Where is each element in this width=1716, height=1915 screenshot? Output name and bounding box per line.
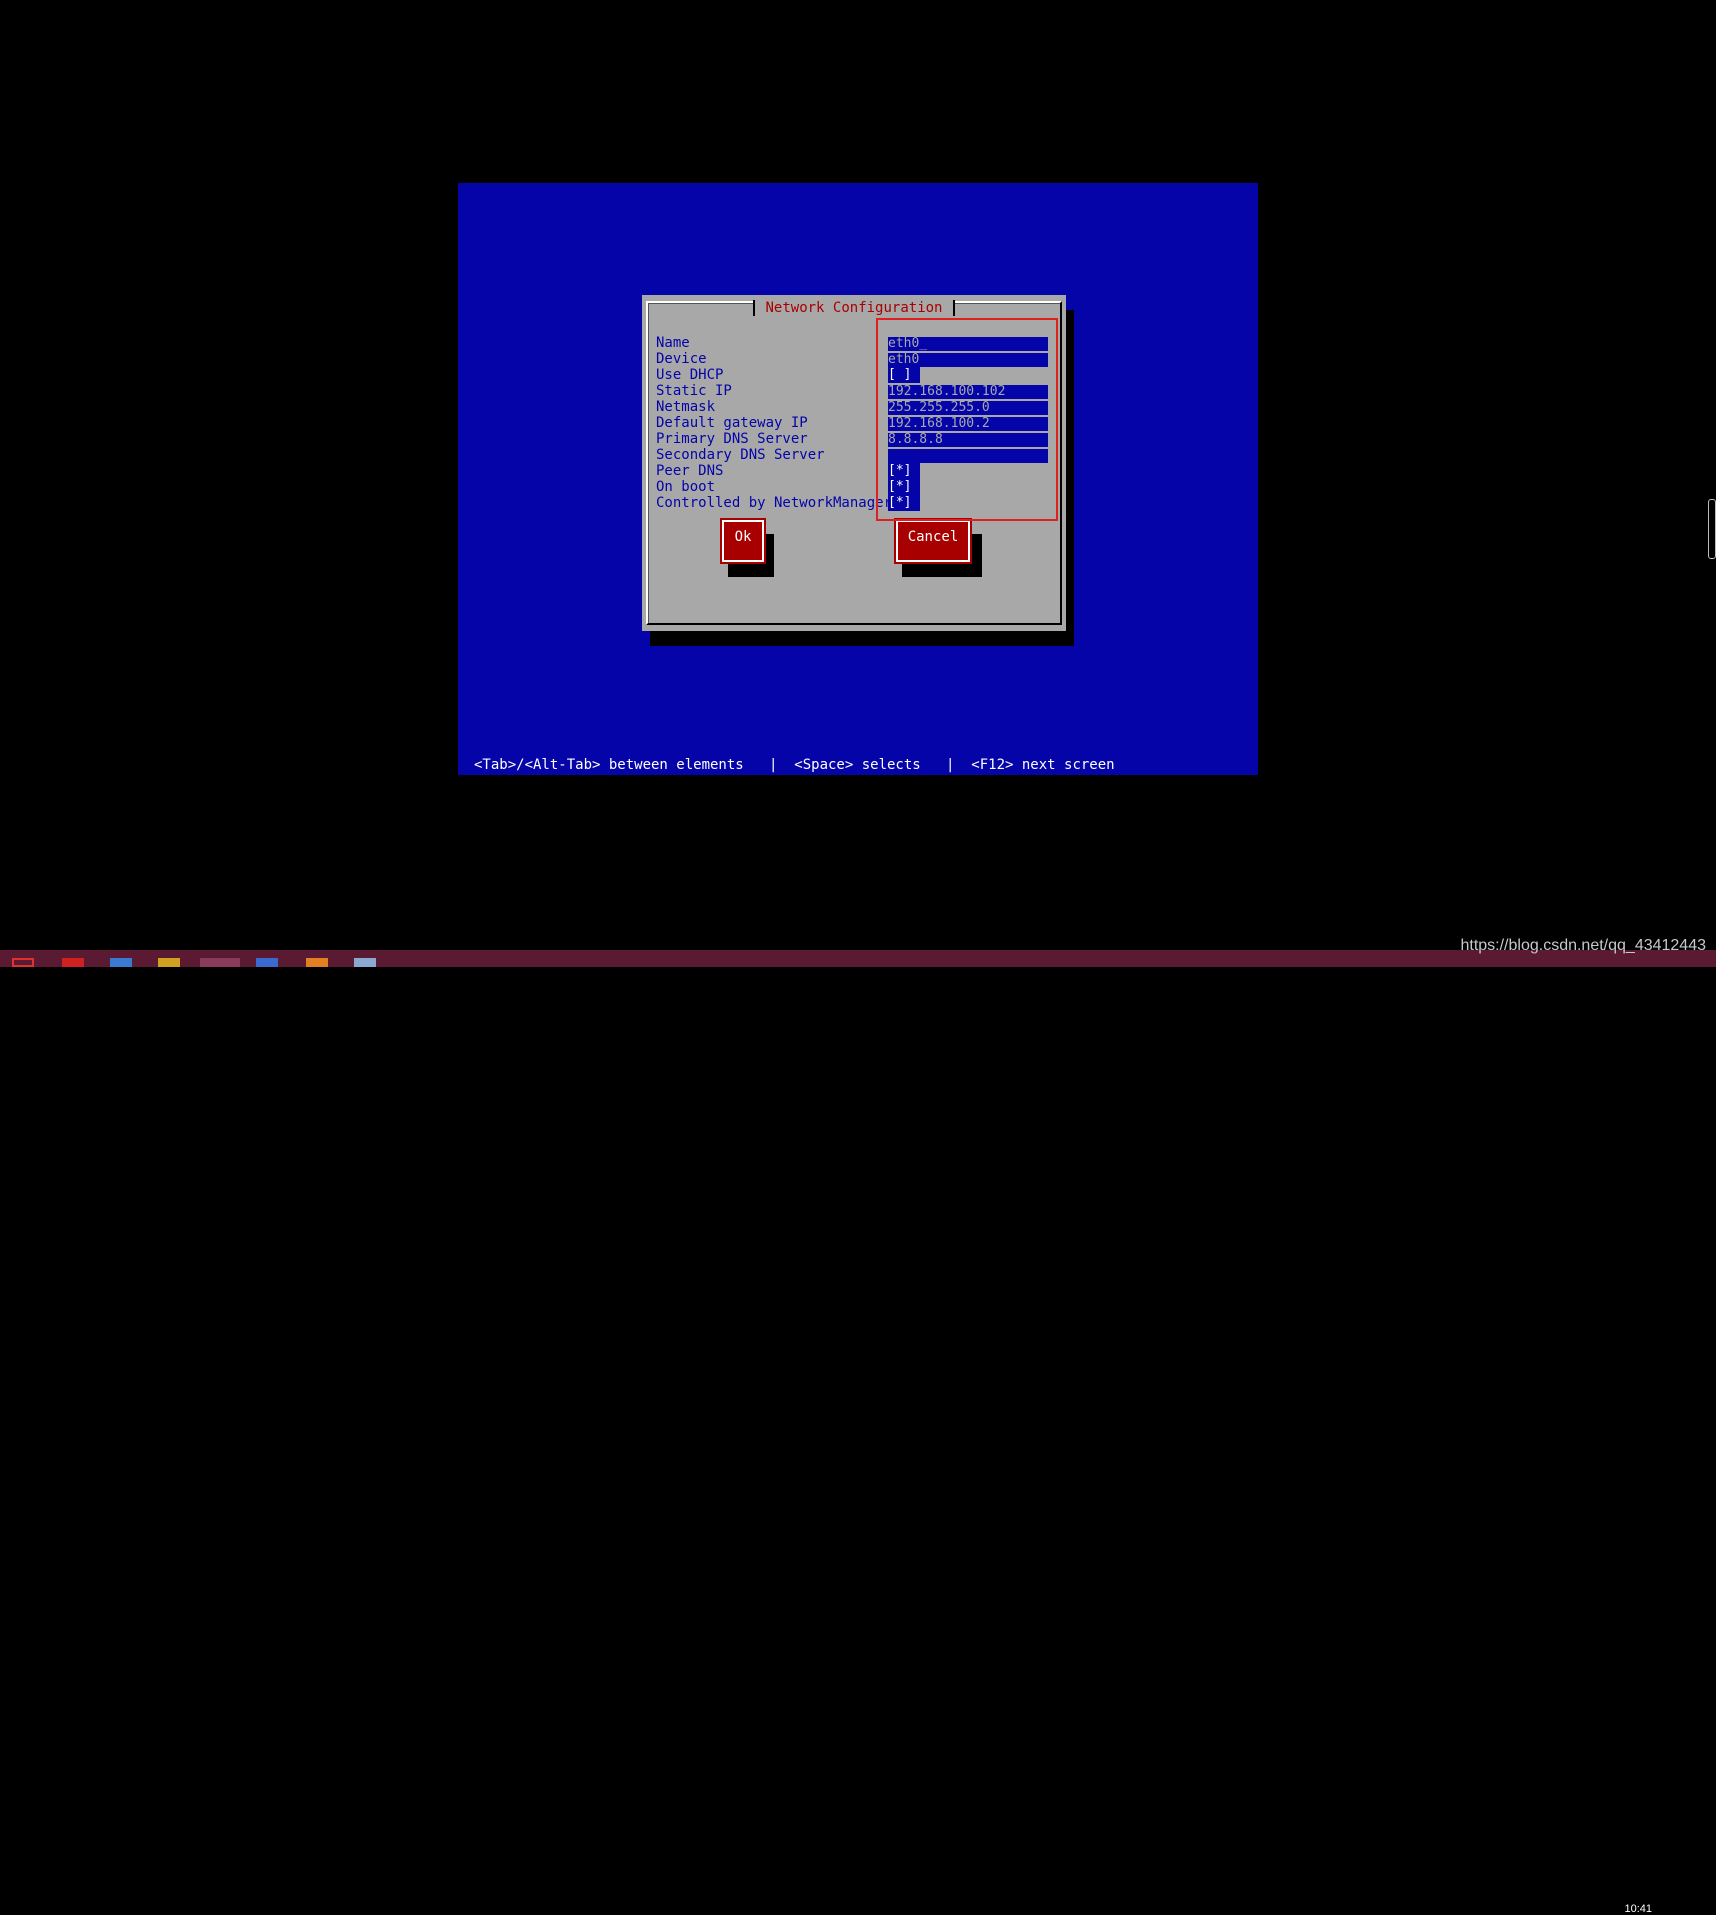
app-icon-7[interactable] [354,958,376,967]
label-static-ip: Static IP [656,383,732,399]
ok-button[interactable]: Ok [720,518,766,564]
label-name: Name [656,335,690,351]
terminal-screen: Network Configuration Name Device Use DH… [458,183,1258,775]
start-icon[interactable] [12,958,34,967]
label-secondary-dns: Secondary DNS Server [656,447,825,463]
label-on-boot: On boot [656,479,716,495]
clock: 10:41 [1624,1903,1652,1915]
label-primary-dns: Primary DNS Server [656,431,808,447]
dialog-title-wrap: Network Configuration [648,300,1060,316]
label-gateway: Default gateway IP [656,415,808,431]
app-icon-6[interactable] [306,958,328,967]
app-icon-1[interactable] [62,958,84,967]
label-use-dhcp: Use DHCP [656,367,724,383]
side-scroll-handle[interactable] [1708,499,1716,559]
dialog-title: Network Configuration [753,300,955,316]
help-bar: <Tab>/<Alt-Tab> between elements | <Spac… [474,757,1115,773]
cancel-button[interactable]: Cancel [894,518,972,564]
active-app-icon[interactable] [200,958,240,967]
chrome-icon[interactable] [158,958,180,967]
annotation-highlight-box [876,318,1058,521]
label-peer-dns: Peer DNS [656,463,724,479]
label-device: Device [656,351,707,367]
label-networkmanager: Controlled by NetworkManager [656,495,893,511]
app-icon-5[interactable] [256,958,278,967]
taskbar: 10:41 [0,950,1716,1915]
watermark: https://blog.csdn.net/qq_43412443 [1460,937,1706,954]
label-netmask: Netmask [656,399,716,415]
browser-icon[interactable] [110,958,132,967]
